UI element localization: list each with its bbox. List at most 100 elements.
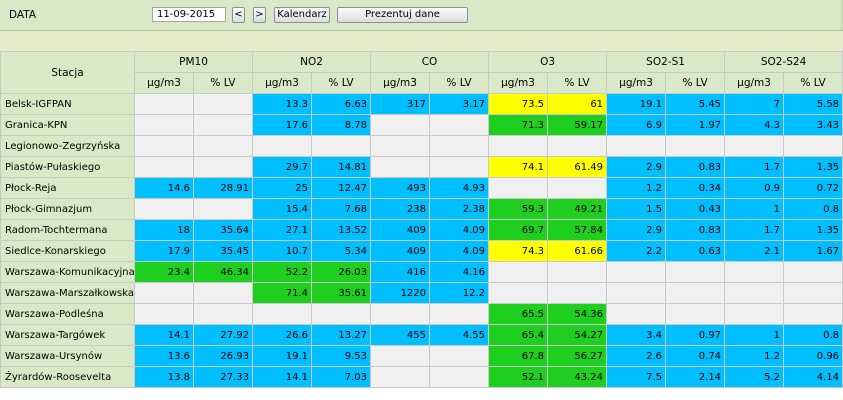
table-row[interactable]: Warszawa-Targówek 14.1 27.92 26.6 13.27 455 4.… <box>0 324 843 346</box>
percent-lv-cell <box>192 156 254 178</box>
percent-lv-cell: 5.58 <box>783 93 843 115</box>
station-name: Granica-KPN <box>0 114 135 136</box>
percent-lv-cell <box>665 135 726 157</box>
table-row[interactable]: Belsk-IGFPAN 13.3 6.63 317 3.17 73.5 61 19.1 5.4… <box>0 93 843 115</box>
concentration-cell: 6.9 <box>606 114 667 136</box>
date-input[interactable]: 11-09-2015 <box>152 7 226 22</box>
concentration-cell: 13.3 <box>252 93 313 115</box>
percent-lv-cell: 4.93 <box>429 177 490 199</box>
table-row[interactable]: Płock-Reja 14.6 28.91 25 12.47 493 4.93 1.2 0.34… <box>0 177 843 199</box>
concentration-cell <box>370 345 431 367</box>
table-row[interactable]: Granica-KPN 17.6 8.78 71.3 59.17 6.9 1.97 4.3 3.… <box>0 114 843 136</box>
concentration-cell: 1 <box>724 198 785 220</box>
table-row[interactable]: Warszawa-Komunikacyjna 23.4 46.34 52.2 26.03… <box>0 261 843 283</box>
percent-lv-cell: 1.97 <box>665 114 726 136</box>
percent-lv-cell: 35.61 <box>311 282 372 304</box>
next-day-button[interactable]: > <box>253 7 266 23</box>
table-row[interactable]: Siedlce-Konarskiego 17.9 35.45 10.7 5.34 409 4… <box>0 240 843 262</box>
percent-lv-cell <box>665 282 726 304</box>
data-grid: Stacja PM10 NO2 CO O3 SO2-S1 SO2-S24 µg/m3% L… <box>0 51 843 388</box>
percent-lv-cell: 1.35 <box>783 219 843 241</box>
percent-lv-cell: 61 <box>547 93 608 115</box>
percent-lv-cell: 3.43 <box>783 114 843 136</box>
percent-lv-cell: 1.35 <box>783 156 843 178</box>
percent-lv-cell: 26.93 <box>192 345 254 367</box>
station-name: Warszawa-Marszałkowska <box>0 282 135 304</box>
concentration-cell: 409 <box>370 240 431 262</box>
concentration-cell: 27.1 <box>252 219 313 241</box>
concentration-cell <box>606 282 667 304</box>
concentration-cell: 29.7 <box>252 156 313 178</box>
percent-lv-cell: 13.52 <box>311 219 372 241</box>
concentration-cell: 2.2 <box>606 240 667 262</box>
percent-lv-cell: 57.84 <box>547 219 608 241</box>
concentration-cell <box>134 93 194 115</box>
percent-lv-cell <box>547 282 608 304</box>
table-row[interactable]: Warszawa-Podleśna 65.5 54.36 <box>0 303 843 325</box>
concentration-cell <box>370 303 431 325</box>
unit-header: µg/m3 <box>134 72 194 94</box>
concentration-cell <box>488 135 549 157</box>
percent-lv-cell: 61.49 <box>547 156 608 178</box>
concentration-cell <box>370 114 431 136</box>
percent-lv-cell: 2.38 <box>429 198 490 220</box>
unit-header: µg/m3 <box>252 72 313 94</box>
station-name: Radom-Tochtermana <box>0 219 135 241</box>
concentration-cell <box>134 135 194 157</box>
pollutant-header: PM10 <box>133 51 254 73</box>
percent-lv-cell: 14.81 <box>311 156 372 178</box>
concentration-cell: 1 <box>724 324 785 346</box>
table-row[interactable]: Warszawa-Ursynów 13.6 26.93 19.1 9.53 67.8 56.… <box>0 345 843 367</box>
unit-header: µg/m3 <box>606 72 667 94</box>
concentration-cell: 14.1 <box>134 324 194 346</box>
concentration-cell: 317 <box>370 93 431 115</box>
concentration-cell <box>488 282 549 304</box>
percent-lv-cell <box>429 114 490 136</box>
calendar-button[interactable]: Kalendarz <box>274 7 330 23</box>
table-row[interactable]: Piastów-Pułaskiego 29.7 14.81 74.1 61.49 2.9 0… <box>0 156 843 178</box>
concentration-cell: 26.6 <box>252 324 313 346</box>
concentration-cell: 74.1 <box>488 156 549 178</box>
concentration-cell: 59.3 <box>488 198 549 220</box>
percent-lv-cell <box>665 303 726 325</box>
pollutant-header-row: Stacja PM10 NO2 CO O3 SO2-S1 SO2-S24 <box>0 51 843 94</box>
concentration-cell: 14.1 <box>252 366 313 388</box>
concentration-cell: 19.1 <box>252 345 313 367</box>
table-row[interactable]: Warszawa-Marszałkowska 71.4 35.61 1220 12.2 <box>0 282 843 304</box>
station-name: Płock-Gimnazjum <box>0 198 135 220</box>
concentration-cell <box>606 135 667 157</box>
concentration-cell <box>134 282 194 304</box>
concentration-cell <box>370 156 431 178</box>
concentration-cell: 10.7 <box>252 240 313 262</box>
concentration-cell: 409 <box>370 219 431 241</box>
concentration-cell <box>724 282 785 304</box>
concentration-cell <box>370 366 431 388</box>
previous-day-button[interactable]: < <box>232 7 245 23</box>
percent-lv-cell: 46.34 <box>192 261 254 283</box>
percent-lv-cell: 3.17 <box>429 93 490 115</box>
show-data-button[interactable]: Prezentuj dane <box>337 7 468 23</box>
concentration-cell: 17.6 <box>252 114 313 136</box>
concentration-cell: 65.4 <box>488 324 549 346</box>
concentration-cell: 15.4 <box>252 198 313 220</box>
unit-header: % LV <box>547 72 608 94</box>
table-row[interactable]: Płock-Gimnazjum 15.4 7.68 238 2.38 59.3 49.21 1… <box>0 198 843 220</box>
station-name: Belsk-IGFPAN <box>0 93 135 115</box>
station-name: Warszawa-Podleśna <box>0 303 135 325</box>
pollutant-header: SO2-S24 <box>724 51 843 73</box>
concentration-cell: 1.5 <box>606 198 667 220</box>
percent-lv-cell: 0.97 <box>665 324 726 346</box>
percent-lv-cell: 35.64 <box>192 219 254 241</box>
station-name: Płock-Reja <box>0 177 135 199</box>
concentration-cell <box>370 135 431 157</box>
percent-lv-cell <box>311 303 372 325</box>
concentration-cell: 25 <box>252 177 313 199</box>
percent-lv-cell: 0.83 <box>665 219 726 241</box>
table-row[interactable]: Radom-Tochtermana 18 35.64 27.1 13.52 409 4.09… <box>0 219 843 241</box>
table-row[interactable]: Legionowo-Zegrzyńska <box>0 135 843 157</box>
unit-header: % LV <box>192 72 254 94</box>
table-row[interactable]: Żyrardów-Roosevelta 13.8 27.33 14.1 7.03 52.1… <box>0 366 843 388</box>
percent-lv-cell: 54.27 <box>547 324 608 346</box>
unit-header: µg/m3 <box>370 72 431 94</box>
concentration-cell: 2.1 <box>724 240 785 262</box>
